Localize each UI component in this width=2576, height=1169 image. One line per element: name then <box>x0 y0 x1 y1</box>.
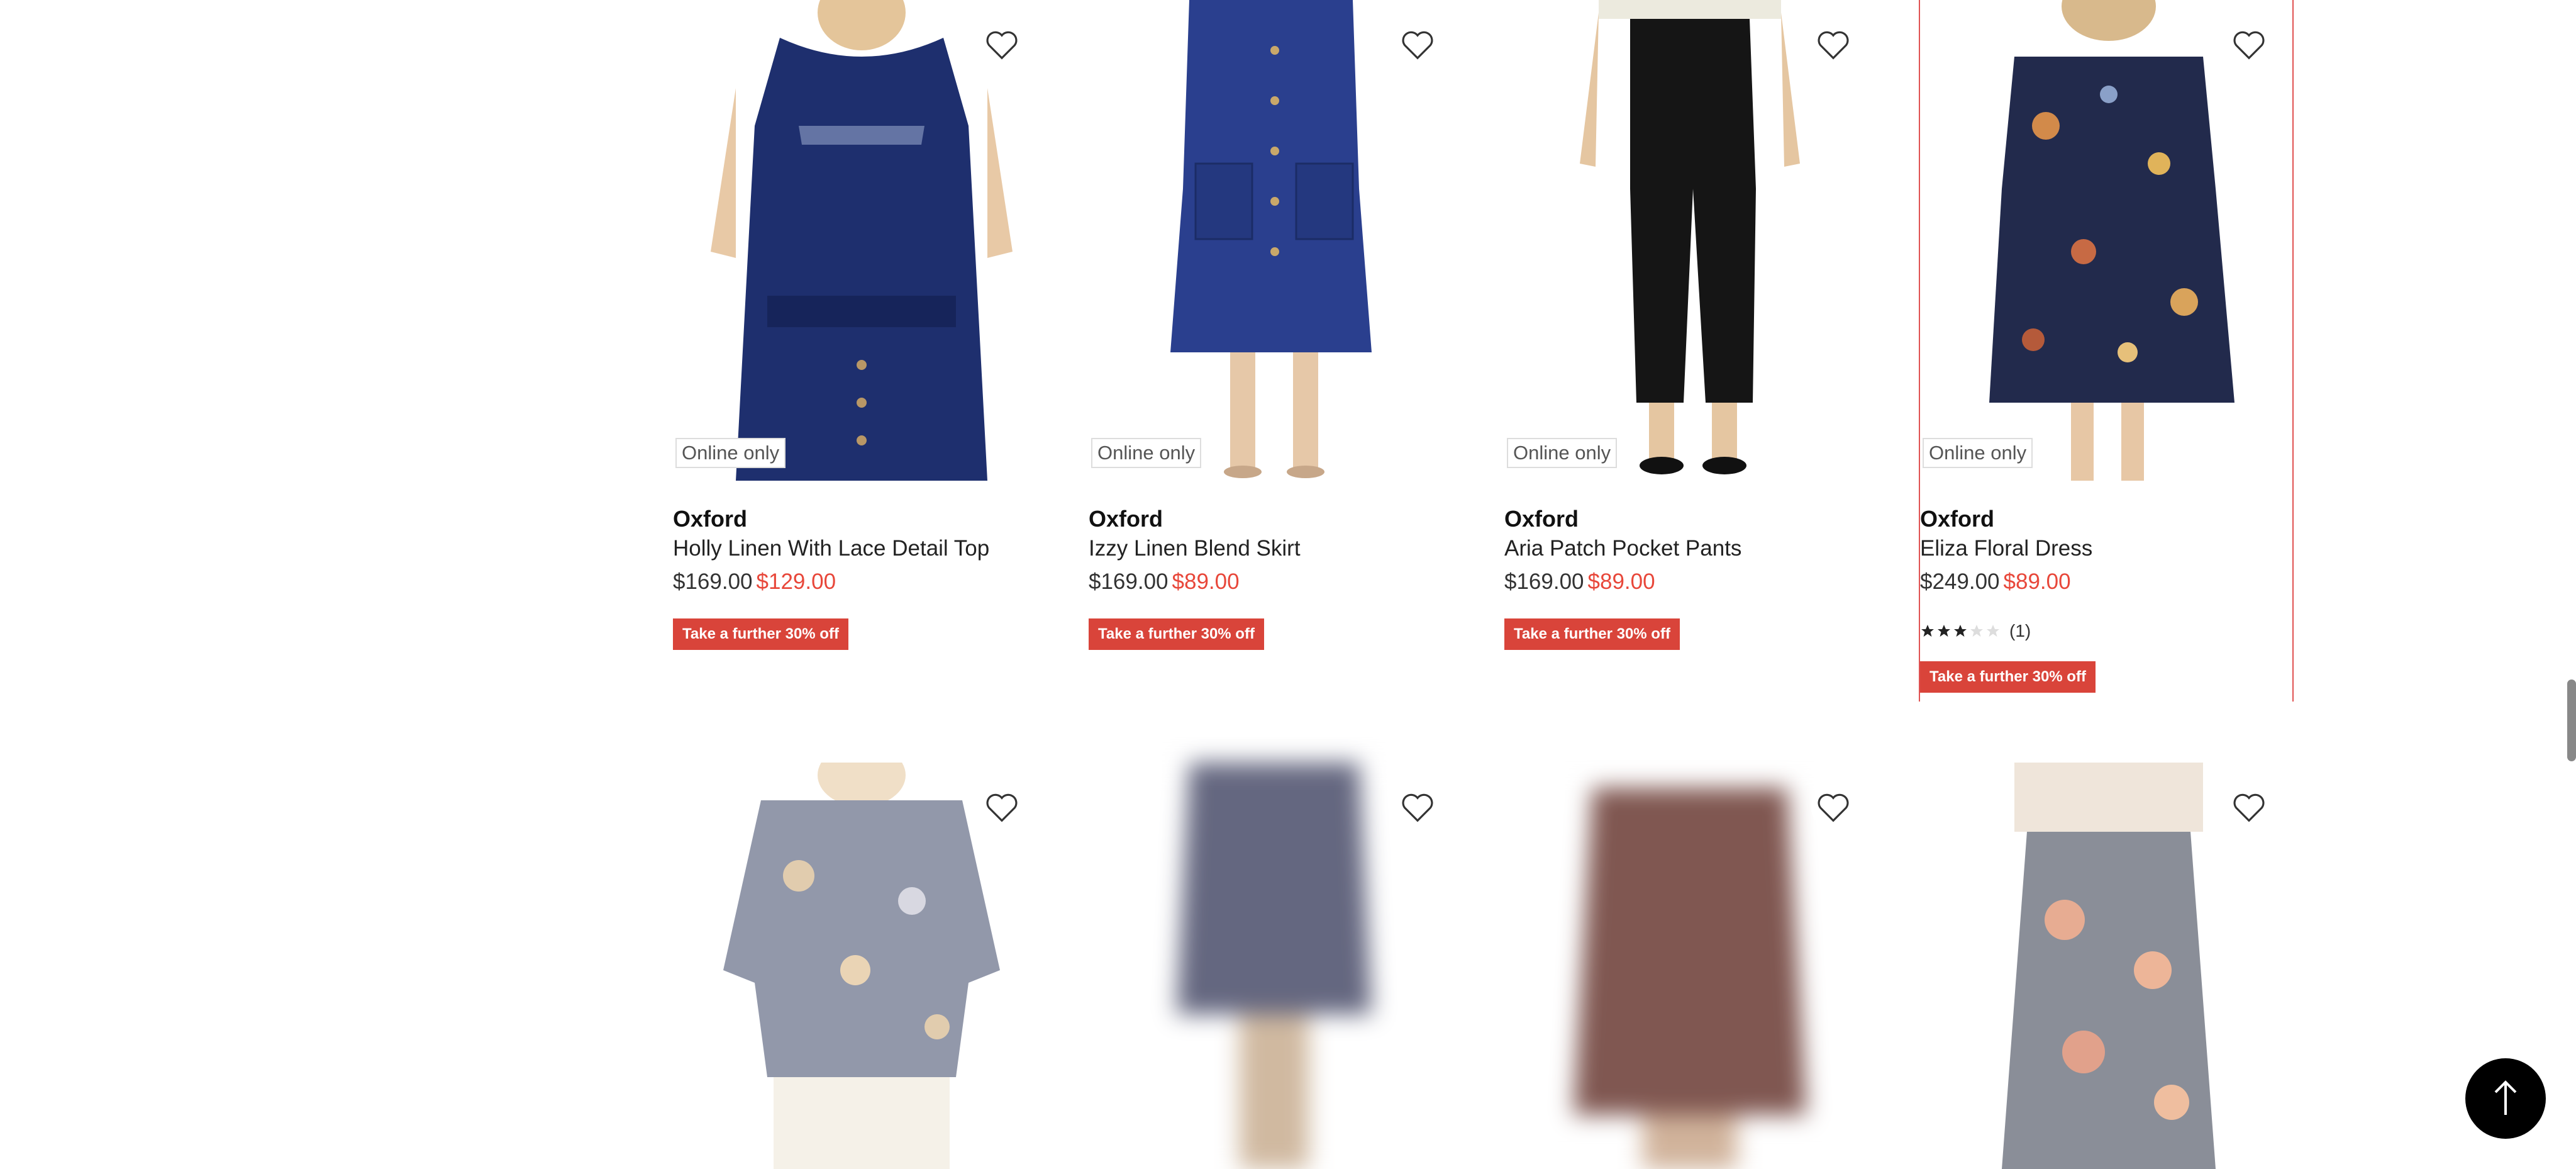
product-price: $169.00 $89.00 <box>1504 569 1655 595</box>
product-brand[interactable]: Oxford <box>673 506 747 532</box>
wishlist-button[interactable] <box>1811 23 1855 67</box>
original-price: $169.00 <box>1089 569 1169 594</box>
star-icon <box>1954 625 1967 637</box>
product-price: $169.00 $129.00 <box>673 569 836 595</box>
wishlist-button[interactable] <box>1811 786 1855 830</box>
heart-outline-icon <box>986 793 1018 822</box>
product-image[interactable] <box>1504 0 1877 481</box>
wishlist-button[interactable] <box>1396 23 1440 67</box>
heart-outline-icon <box>1818 31 1849 60</box>
product-image[interactable] <box>1920 0 2292 481</box>
online-only-badge: Online only <box>1507 438 1618 468</box>
promo-badge: Take a further 30% off <box>673 618 848 650</box>
product-brand[interactable]: Oxford <box>1504 506 1579 532</box>
promo-badge: Take a further 30% off <box>1089 618 1264 650</box>
product-brand[interactable]: Oxford <box>1920 506 1994 532</box>
heart-outline-icon <box>1818 793 1849 822</box>
heart-outline-icon <box>1402 31 1433 60</box>
online-only-badge: Online only <box>675 438 786 468</box>
product-name[interactable]: Eliza Floral Dress <box>1920 536 2092 561</box>
product-name[interactable]: Holly Linen With Lace Detail Top <box>673 536 989 561</box>
original-price: $169.00 <box>673 569 753 594</box>
product-price: $169.00 $89.00 <box>1089 569 1240 595</box>
arrow-up-icon <box>2494 1080 2517 1115</box>
promo-badge: Take a further 30% off <box>1504 618 1680 650</box>
star-icon <box>1921 625 1934 637</box>
wishlist-button[interactable] <box>1396 786 1440 830</box>
product-name[interactable]: Izzy Linen Blend Skirt <box>1089 536 1301 561</box>
product-name[interactable]: Aria Patch Pocket Pants <box>1504 536 1741 561</box>
sale-price: $89.00 <box>1172 569 1240 594</box>
heart-outline-icon <box>2233 793 2265 822</box>
rating-stars <box>1920 624 2001 639</box>
back-to-top-button[interactable] <box>2465 1058 2546 1139</box>
product-brand[interactable]: Oxford <box>1089 506 1163 532</box>
star-icon <box>1987 625 1999 637</box>
original-price: $169.00 <box>1504 569 1584 594</box>
sale-price: $129.00 <box>756 569 836 594</box>
original-price: $249.00 <box>1920 569 2000 594</box>
product-image[interactable] <box>1089 0 1461 481</box>
product-image[interactable] <box>673 0 1045 481</box>
wishlist-button[interactable] <box>980 23 1024 67</box>
heart-outline-icon <box>2233 31 2265 60</box>
wishlist-button[interactable] <box>980 786 1024 830</box>
heart-outline-icon <box>986 31 1018 60</box>
wishlist-button[interactable] <box>2227 23 2271 67</box>
product-rating[interactable]: (1) <box>1920 621 2031 641</box>
product-price: $249.00 $89.00 <box>1920 569 2071 595</box>
rating-count: (1) <box>2009 621 2031 640</box>
star-icon <box>1970 625 1983 637</box>
page-scrollbar[interactable] <box>2567 680 2576 761</box>
online-only-badge: Online only <box>1091 438 1202 468</box>
online-only-badge: Online only <box>1923 438 2033 468</box>
heart-outline-icon <box>1402 793 1433 822</box>
promo-badge: Take a further 30% off <box>1920 661 2096 693</box>
star-icon <box>1938 625 1950 637</box>
product-grid: Online only Oxford Holly Linen With Lace… <box>0 0 2576 1169</box>
sale-price: $89.00 <box>2003 569 2071 594</box>
wishlist-button[interactable] <box>2227 786 2271 830</box>
sale-price: $89.00 <box>1587 569 1655 594</box>
